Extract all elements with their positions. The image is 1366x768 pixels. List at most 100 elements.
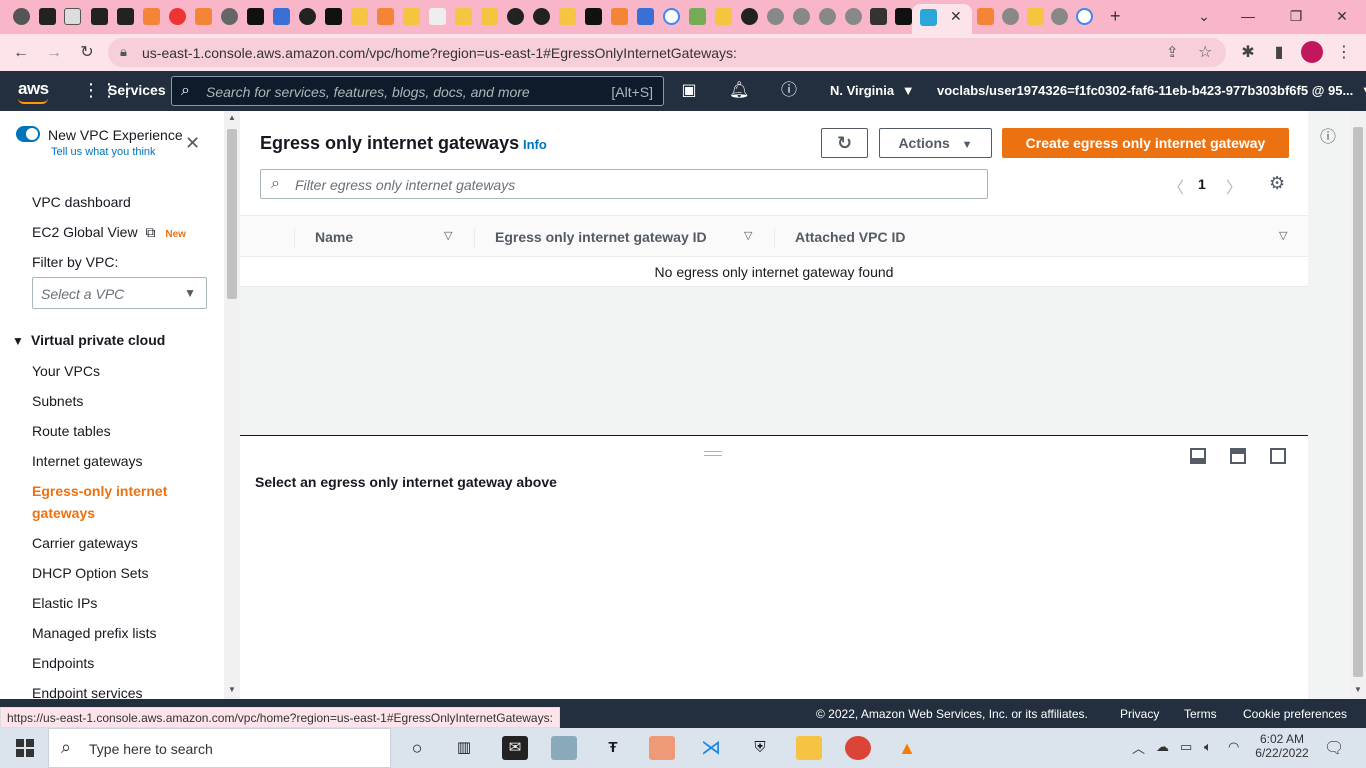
tab-favicon[interactable]: [845, 8, 862, 25]
tab-favicon[interactable]: [64, 8, 81, 25]
scroll-down-icon[interactable]: ▼: [1354, 685, 1362, 694]
account-menu[interactable]: voclabs/user1974326=f1fc0302-faf6-11eb-b…: [937, 83, 1366, 98]
vpc-filter-select[interactable]: Select a VPC ▼: [32, 277, 207, 309]
sidebar-scroll-thumb[interactable]: [227, 129, 237, 299]
close-sidebar-icon[interactable]: ✕: [185, 133, 200, 154]
tab-favicon[interactable]: [507, 8, 524, 25]
tab-favicon[interactable]: [559, 8, 576, 25]
close-tab-icon[interactable]: ✕: [950, 8, 962, 25]
split-off-icon[interactable]: [1270, 448, 1286, 464]
services-menu[interactable]: Services: [108, 82, 166, 98]
typora-app-icon[interactable]: Ŧ: [600, 736, 626, 760]
tab-favicon[interactable]: [299, 8, 316, 25]
filter-gateways-input[interactable]: ⌕ Filter egress only internet gateways: [260, 169, 988, 199]
tab-favicon[interactable]: [870, 8, 887, 25]
nav-vpc-dashboard[interactable]: VPC dashboard: [32, 194, 131, 210]
previous-page-icon[interactable]: 〈: [1168, 174, 1184, 198]
reload-icon[interactable]: ↻: [76, 42, 98, 64]
privacy-link[interactable]: Privacy: [1120, 707, 1159, 721]
chrome-menu-icon[interactable]: ⋮: [1333, 42, 1355, 64]
task-view-icon[interactable]: ▥: [451, 736, 477, 760]
tab-favicon[interactable]: [533, 8, 550, 25]
new-vpc-experience-toggle[interactable]: [16, 126, 40, 142]
tab-favicon[interactable]: [895, 8, 912, 25]
resize-handle[interactable]: [704, 451, 722, 456]
tab-favicon[interactable]: [767, 8, 784, 25]
region-selector[interactable]: N. Virginia ▼: [830, 83, 915, 98]
onedrive-icon[interactable]: ☁: [1156, 739, 1169, 755]
bookmark-star-icon[interactable]: ☆: [1198, 42, 1212, 62]
share-icon[interactable]: ⇪: [1166, 43, 1179, 61]
app-icon[interactable]: [649, 736, 675, 760]
lock-icon[interactable]: 🔒︎: [120, 44, 127, 60]
scroll-down-icon[interactable]: ▼: [228, 685, 236, 694]
taskbar-search-input[interactable]: ⌕ Type here to search: [48, 728, 391, 768]
security-shield-icon[interactable]: ⛨: [747, 736, 773, 760]
side-panel-icon[interactable]: ▮: [1268, 42, 1290, 64]
windows-start-icon[interactable]: [16, 739, 34, 757]
tab-favicon[interactable]: [481, 8, 498, 25]
app-icon[interactable]: [551, 736, 577, 760]
aws-logo[interactable]: aws: [18, 79, 49, 99]
nav-endpoint-services[interactable]: Endpoint services: [32, 685, 143, 699]
tab-favicon[interactable]: [715, 8, 732, 25]
nav-subnets[interactable]: Subnets: [32, 393, 83, 409]
column-header-name[interactable]: Name: [315, 229, 353, 245]
tab-favicon[interactable]: [39, 8, 56, 25]
mail-app-icon[interactable]: ✉: [502, 736, 528, 760]
cloudshell-icon[interactable]: ▣: [679, 81, 699, 101]
extensions-icon[interactable]: ✱: [1237, 42, 1259, 64]
tab-favicon[interactable]: [247, 8, 264, 25]
notifications-bell-icon[interactable]: 🔔︎: [729, 81, 749, 101]
feedback-link[interactable]: Tell us what you think: [51, 146, 156, 158]
tab-favicon[interactable]: [663, 8, 680, 25]
taskbar-clock[interactable]: 6:02 AM 6/22/2022: [1254, 732, 1310, 760]
address-bar[interactable]: 🔒︎ us-east-1.console.aws.amazon.com/vpc/…: [108, 38, 1226, 67]
tab-favicon[interactable]: [13, 8, 30, 25]
column-header-attached-vpc-id[interactable]: Attached VPC ID: [795, 229, 905, 245]
tab-favicon[interactable]: [429, 8, 446, 25]
tab-favicon[interactable]: [273, 8, 290, 25]
nav-dhcp-option-sets[interactable]: DHCP Option Sets: [32, 565, 148, 581]
vscode-app-icon[interactable]: ⋊: [698, 736, 724, 760]
new-tab-icon[interactable]: +: [1110, 6, 1121, 27]
tab-favicon[interactable]: [455, 8, 472, 25]
nav-egress-only-internet-gateways[interactable]: Egress-only internet gateways: [32, 480, 202, 524]
restore-icon[interactable]: ❐: [1276, 5, 1316, 27]
nav-managed-prefix-lists[interactable]: Managed prefix lists: [32, 625, 157, 641]
vlc-app-icon[interactable]: ▲: [894, 736, 920, 760]
cortana-icon[interactable]: ○: [404, 736, 430, 760]
info-panel-icon[interactable]: ⓘ: [1320, 123, 1336, 147]
sort-icon[interactable]: ▽: [1279, 229, 1287, 242]
main-scroll-thumb[interactable]: [1353, 127, 1363, 677]
tab-favicon[interactable]: [741, 8, 758, 25]
nav-elastic-ips[interactable]: Elastic IPs: [32, 595, 97, 611]
terms-link[interactable]: Terms: [1184, 707, 1217, 721]
nav-your-vpcs[interactable]: Your VPCs: [32, 363, 100, 379]
tab-favicon[interactable]: [1076, 8, 1093, 25]
tab-favicon[interactable]: [325, 8, 342, 25]
tab-favicon[interactable]: [403, 8, 420, 25]
tab-favicon[interactable]: [117, 8, 134, 25]
tab-favicon[interactable]: [91, 8, 108, 25]
active-tab[interactable]: ✕: [912, 4, 972, 34]
next-page-icon[interactable]: 〉: [1226, 174, 1242, 198]
tab-favicon[interactable]: [637, 8, 654, 25]
tab-favicon[interactable]: [1027, 8, 1044, 25]
tab-favicon[interactable]: [689, 8, 706, 25]
tab-favicon[interactable]: [169, 8, 186, 25]
tab-favicon[interactable]: [819, 8, 836, 25]
sort-icon[interactable]: ▽: [744, 229, 752, 242]
tab-search-icon[interactable]: ⌄: [1184, 5, 1224, 27]
page-number[interactable]: 1: [1198, 176, 1206, 192]
tab-favicon[interactable]: [977, 8, 994, 25]
forward-icon[interactable]: →: [43, 42, 65, 64]
chrome-app-icon[interactable]: [845, 736, 871, 760]
battery-icon[interactable]: ▭: [1180, 739, 1192, 755]
nav-carrier-gateways[interactable]: Carrier gateways: [32, 535, 138, 551]
nav-internet-gateways[interactable]: Internet gateways: [32, 453, 143, 469]
aws-search-input[interactable]: ⌕ Search for services, features, blogs, …: [171, 76, 664, 106]
tab-favicon[interactable]: [585, 8, 602, 25]
section-collapse-icon[interactable]: ▼: [12, 334, 24, 348]
tab-favicon[interactable]: [195, 8, 212, 25]
